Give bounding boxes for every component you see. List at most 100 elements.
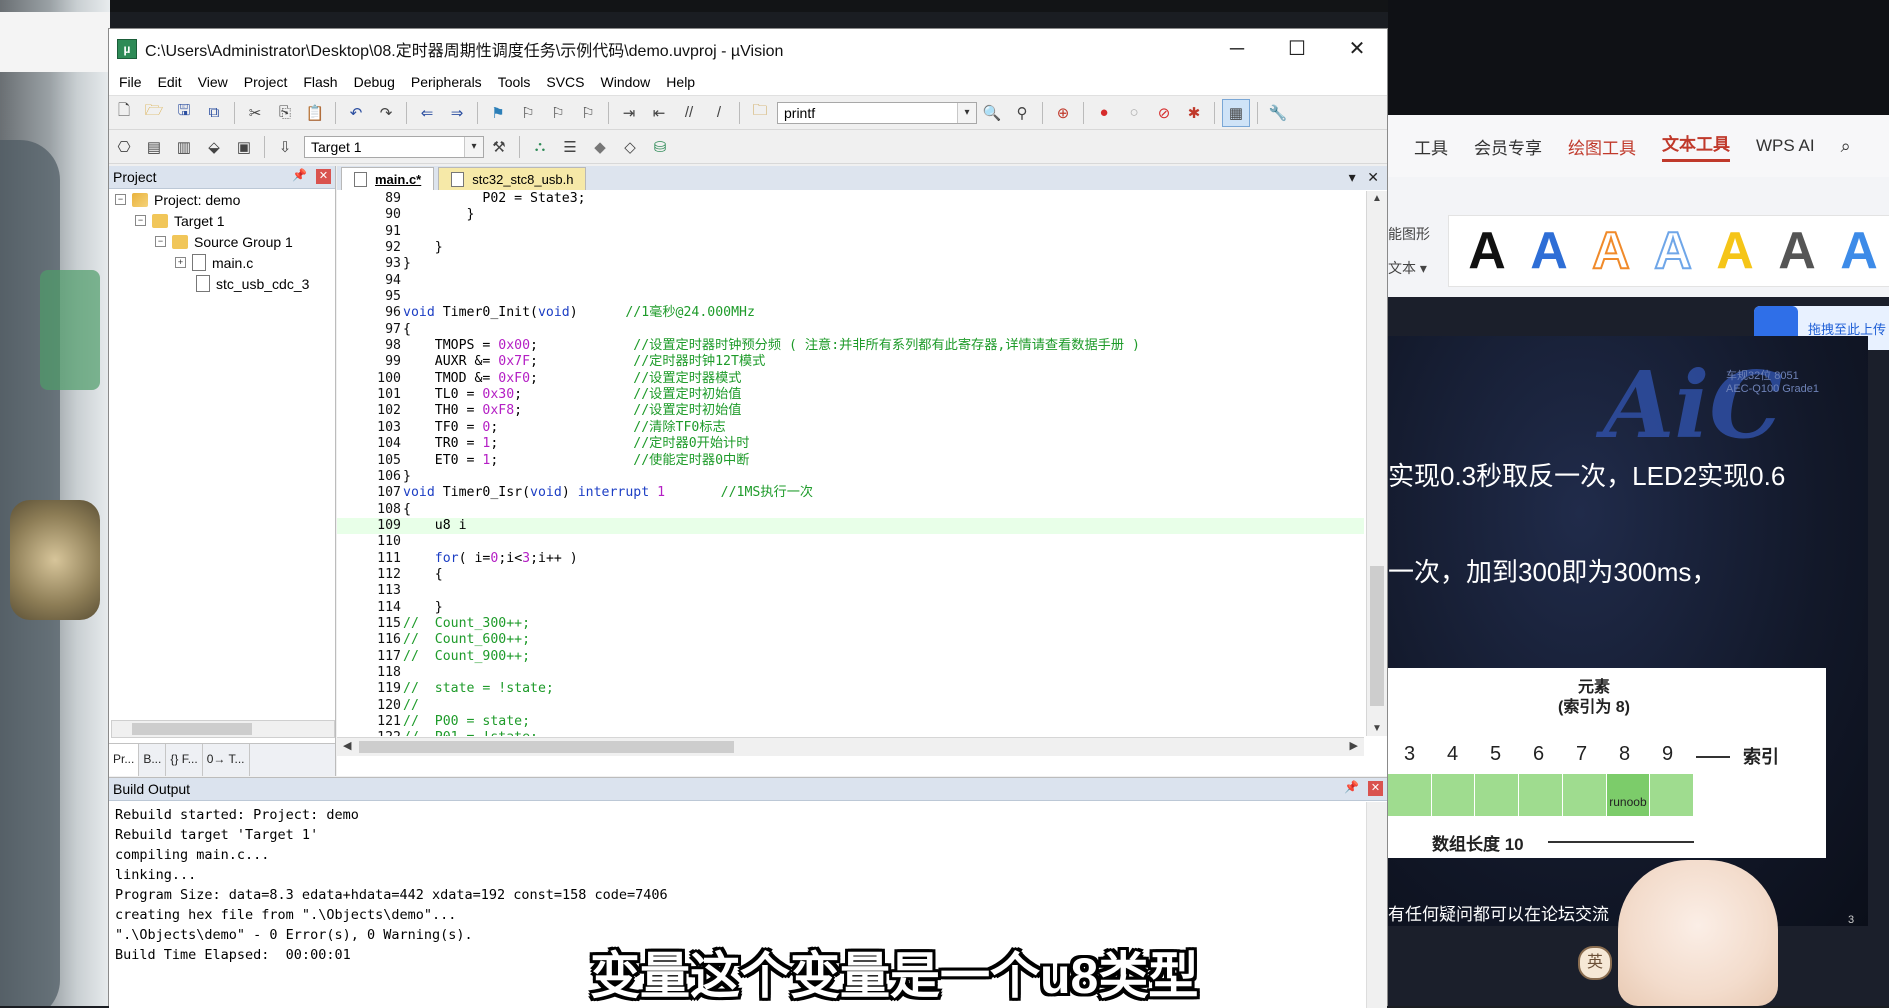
debug-start-icon[interactable]: ⊕ [1050, 100, 1076, 126]
tab-usb-header[interactable]: stc32_stc8_usb.h [438, 167, 587, 190]
pin-icon[interactable]: 📌 [292, 168, 307, 182]
next-bookmark-icon[interactable]: ⚐ [545, 100, 571, 126]
chevron-down-icon[interactable]: ▾ [957, 102, 976, 123]
save-icon[interactable]: 🖫 [171, 100, 197, 126]
manage-rte-icon[interactable]: ◆ [587, 134, 613, 160]
incremental-find-icon[interactable]: 🔍 [979, 100, 1005, 126]
menu-project[interactable]: Project [244, 74, 288, 90]
find-combo[interactable]: printf ▾ [777, 101, 977, 124]
code-line[interactable]: 108{ [337, 502, 1364, 518]
copy-icon[interactable]: ⎘ [272, 100, 298, 126]
code-line[interactable]: 106} [337, 469, 1364, 485]
wps-tab-tools[interactable]: 工具 [1414, 134, 1448, 159]
window-layout-icon[interactable]: ▦ [1222, 98, 1250, 127]
manage-project-icon[interactable]: ⛬ [527, 134, 553, 160]
tab-main-c[interactable]: main.c* [341, 167, 435, 190]
menu-svcs[interactable]: SVCS [546, 74, 584, 90]
search-icon[interactable]: ⌕ [1841, 136, 1851, 157]
save-all-icon[interactable]: ⧉ [201, 100, 227, 126]
code-line[interactable]: 109 u8 i [337, 517, 1364, 535]
tree-item-file[interactable]: + main.c [109, 252, 335, 273]
code-line[interactable]: 118 [337, 665, 1364, 681]
text-style-gray[interactable]: A [1773, 221, 1821, 281]
batch-build-icon[interactable]: ⬙ [201, 134, 227, 160]
menu-help[interactable]: Help [666, 74, 695, 90]
code-line[interactable]: 116// Count_600++; [337, 632, 1364, 648]
breakpoint-icon[interactable]: ● [1091, 100, 1117, 126]
collapse-icon[interactable]: − [155, 236, 166, 247]
code-line[interactable]: 103 TF0 = 0; //清除TF0标志 [337, 420, 1364, 436]
text-dropdown[interactable]: 文本 ▾ [1388, 251, 1430, 285]
code-line[interactable]: 112 { [337, 567, 1364, 583]
maximize-button[interactable]: ☐ [1267, 29, 1327, 69]
new-file-icon[interactable]: 🗋 [111, 100, 137, 126]
minimize-button[interactable]: ─ [1207, 29, 1267, 69]
wps-tab-drawing[interactable]: 绘图工具 [1568, 134, 1636, 159]
select-packs-icon[interactable]: ☰ [557, 134, 583, 160]
code-line[interactable]: 110 [337, 534, 1364, 550]
menu-view[interactable]: View [198, 74, 228, 90]
code-line[interactable]: 90 } [337, 207, 1364, 223]
code-line[interactable]: 91 [337, 224, 1364, 240]
rebuild-icon[interactable]: ▥ [171, 134, 197, 160]
text-style-orange-outline[interactable]: A [1587, 221, 1635, 281]
nav-back-icon[interactable]: ⇐ [414, 100, 440, 126]
translate-icon[interactable]: ⎔ [111, 134, 137, 160]
undo-icon[interactable]: ↶ [343, 100, 369, 126]
code-line[interactable]: 120// [337, 698, 1364, 714]
menu-window[interactable]: Window [601, 74, 651, 90]
prev-bookmark-icon[interactable]: ⚐ [515, 100, 541, 126]
input-method-badge[interactable]: 英 [1578, 946, 1612, 980]
target-combo[interactable]: Target 1 ▾ [304, 135, 484, 158]
tab-functions[interactable]: {} F... [166, 744, 203, 776]
code-line[interactable]: 114 } [337, 600, 1364, 616]
tab-templates[interactable]: 0→ T... [203, 744, 250, 776]
redo-icon[interactable]: ↷ [373, 100, 399, 126]
code-line[interactable]: 97{ [337, 322, 1364, 338]
code-line[interactable]: 115// Count_300++; [337, 616, 1364, 632]
kill-breakpoints-icon[interactable]: ✱ [1181, 100, 1207, 126]
code-line[interactable]: 104 TR0 = 1; //定时器0开始计时 [337, 436, 1364, 452]
code-line[interactable]: 121// P00 = state; [337, 714, 1364, 730]
text-style-blue[interactable]: A [1525, 221, 1573, 281]
pack-installer-icon[interactable]: ◇ [617, 134, 643, 160]
code-line[interactable]: 98 TMOPS = 0x00; //设置定时器时钟预分频 ( 注意:并非所有系… [337, 338, 1364, 354]
target-options-icon[interactable]: ⚒ [486, 134, 512, 160]
code-line[interactable]: 101 TL0 = 0x30; //设置定时初始值 [337, 387, 1364, 403]
build-vscrollbar[interactable] [1366, 802, 1387, 1008]
stop-build-icon[interactable]: ▣ [231, 134, 257, 160]
text-style-black[interactable]: A [1463, 221, 1511, 281]
tree-item-group[interactable]: − Source Group 1 [109, 231, 335, 252]
menu-edit[interactable]: Edit [158, 74, 182, 90]
code-line[interactable]: 113 [337, 583, 1364, 599]
menu-tools[interactable]: Tools [498, 74, 531, 90]
open-file-icon[interactable]: 🗁 [141, 100, 167, 126]
menu-file[interactable]: File [119, 74, 142, 90]
tree-item-target[interactable]: − Target 1 [109, 210, 335, 231]
indent-icon[interactable]: ⇥ [616, 100, 642, 126]
run-time-env-icon[interactable]: ⛁ [647, 134, 673, 160]
expand-icon[interactable]: + [175, 257, 186, 268]
disable-breakpoint-icon[interactable]: ○ [1121, 100, 1147, 126]
code-line[interactable]: 119// state = !state; [337, 681, 1364, 697]
disable-all-breakpoints-icon[interactable]: ⊘ [1151, 100, 1177, 126]
pin-icon[interactable]: 📌 [1344, 780, 1359, 794]
collapse-icon[interactable]: − [135, 215, 146, 226]
text-style-blue-gradient[interactable]: A [1835, 221, 1883, 281]
code-line[interactable]: 96 void Timer0_Init(void) //1毫秒@24.000MHz [337, 305, 1364, 321]
code-line[interactable]: 122// P01 = !state; [337, 730, 1364, 736]
text-style-blue-outline[interactable]: A [1649, 221, 1697, 281]
code-line[interactable]: 100 TMOD &= 0xF0; //设置定时器模式 [337, 371, 1364, 387]
uncomment-icon[interactable]: / [706, 100, 732, 126]
code-line[interactable]: 111 for( i=0;i<3;i++ ) [337, 551, 1364, 567]
configure-icon[interactable]: 🔧 [1265, 100, 1291, 126]
project-hscrollbar[interactable] [111, 720, 335, 738]
code-line[interactable]: 99 AUXR &= 0x7F; //定时器时钟12T模式 [337, 354, 1364, 370]
collapse-icon[interactable]: − [115, 194, 126, 205]
tab-project[interactable]: Pr... [109, 744, 140, 776]
find-icon[interactable]: ⚲ [1009, 100, 1035, 126]
bookmark-icon[interactable]: ⚑ [485, 100, 511, 126]
close-icon[interactable]: ✕ [1368, 781, 1383, 796]
chevron-down-icon[interactable]: ▾ [464, 136, 483, 157]
tree-item-project[interactable]: − Project: demo [109, 189, 335, 210]
